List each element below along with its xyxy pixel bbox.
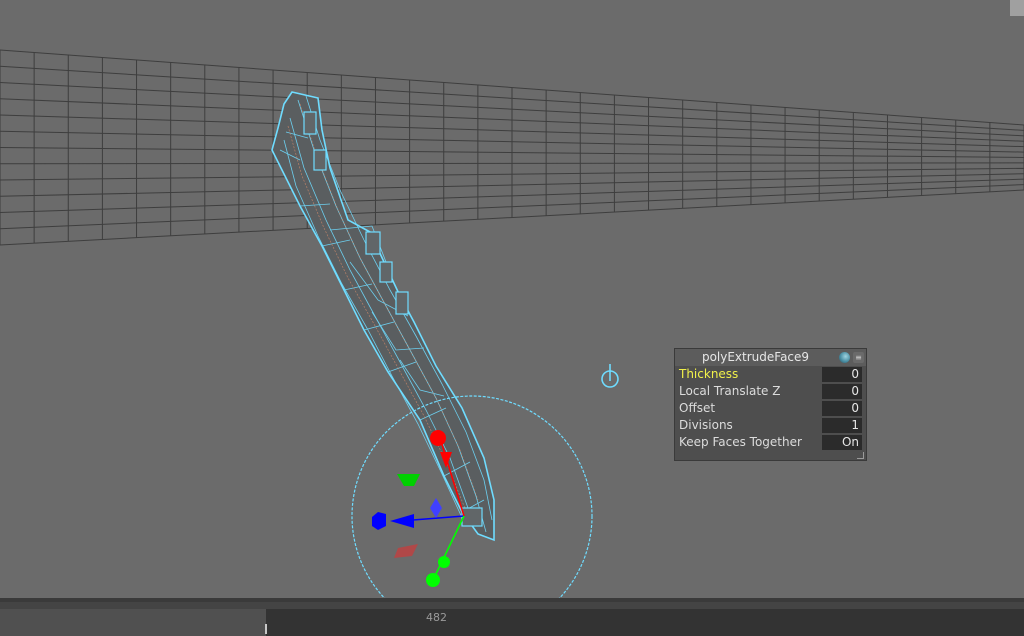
yz-plane-handle-icon[interactable]: [430, 498, 442, 518]
attribute-row-divisions[interactable]: Divisions 1: [675, 417, 866, 434]
scene-canvas[interactable]: [0, 0, 1024, 598]
viewport-3d[interactable]: polyExtrudeFace9 ≡ Thickness 0 Local Tra…: [0, 0, 1024, 598]
time-slider-track[interactable]: [266, 609, 1024, 636]
frame-number: 482: [426, 611, 447, 624]
node-name[interactable]: polyExtrudeFace9: [675, 350, 836, 364]
attribute-value-field[interactable]: 1: [822, 418, 862, 433]
attribute-label: Offset: [679, 401, 716, 415]
y-axis-handle-icon[interactable]: [426, 573, 440, 587]
attribute-value-field[interactable]: On: [822, 435, 862, 450]
in-view-editor[interactable]: polyExtrudeFace9 ≡ Thickness 0 Local Tra…: [674, 348, 867, 461]
x-axis-handle-icon[interactable]: [430, 430, 446, 446]
attribute-row-keep-faces-together[interactable]: Keep Faces Together On: [675, 434, 866, 451]
xz-plane-handle-icon[interactable]: [397, 474, 420, 486]
z-axis-cone-icon[interactable]: [390, 514, 414, 528]
attribute-row-local-translate-z[interactable]: Local Translate Z 0: [675, 383, 866, 400]
xy-plane-handle-icon[interactable]: [394, 544, 418, 558]
time-slider-left-panel: [0, 609, 266, 636]
attribute-value-field[interactable]: 0: [822, 367, 862, 382]
resize-grip-icon[interactable]: [857, 452, 864, 459]
z-axis-handle-icon[interactable]: [372, 512, 386, 530]
attribute-editor-icon[interactable]: [839, 352, 850, 363]
attribute-label: Keep Faces Together: [679, 435, 802, 449]
transform-manipulator[interactable]: [372, 430, 465, 587]
attribute-value-field[interactable]: 0: [822, 384, 862, 399]
attribute-label: Thickness: [679, 367, 739, 381]
attribute-label: Local Translate Z: [679, 384, 781, 398]
attribute-value-field[interactable]: 0: [822, 401, 862, 416]
attribute-row-offset[interactable]: Offset 0: [675, 400, 866, 417]
blade-model[interactable]: [271, 91, 495, 542]
attribute-label: Divisions: [679, 418, 733, 432]
time-slider[interactable]: 482: [0, 598, 1024, 636]
menu-icon[interactable]: ≡: [853, 352, 864, 363]
pivot-locator[interactable]: [601, 364, 619, 388]
viewport-corner: [1010, 0, 1024, 16]
time-slider-divider[interactable]: [0, 598, 1024, 602]
in-view-editor-header: polyExtrudeFace9 ≡: [675, 349, 866, 366]
current-time-marker[interactable]: [265, 624, 267, 634]
ground-grid: [0, 49, 1024, 246]
attribute-row-thickness[interactable]: Thickness 0: [675, 366, 866, 383]
